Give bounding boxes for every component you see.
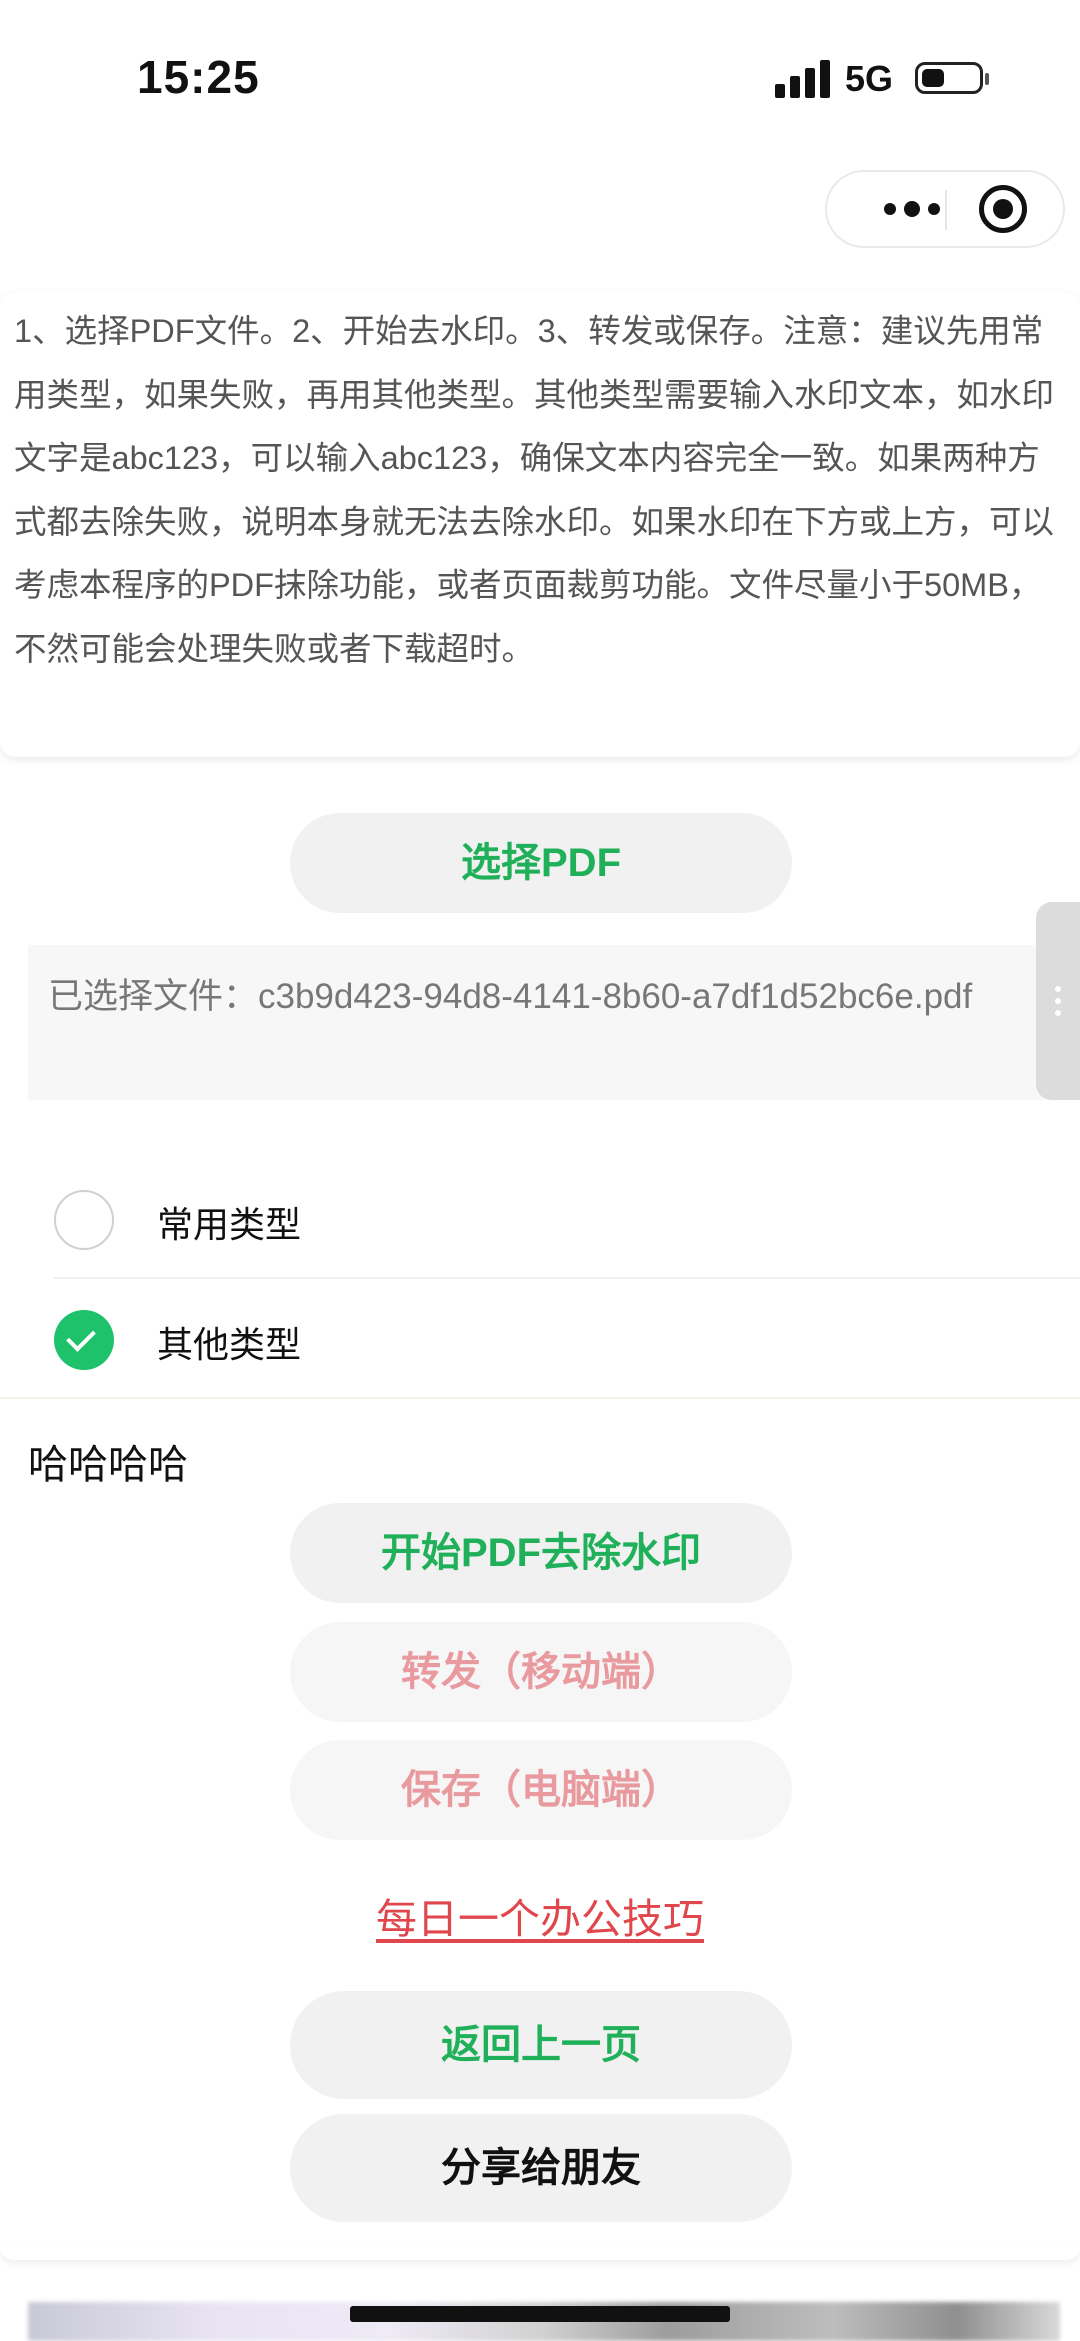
type-option-label: 常用类型 bbox=[157, 1204, 302, 1245]
more-icon[interactable] bbox=[857, 172, 967, 246]
network-type: 5G bbox=[845, 58, 894, 99]
menu-capsule bbox=[825, 170, 1065, 248]
select-pdf-button[interactable]: 选择PDF bbox=[290, 813, 792, 913]
radio-unchecked-icon[interactable] bbox=[54, 1190, 114, 1250]
instructions-text: 1、选择PDF文件。2、开始去水印。3、转发或保存。注意：建议先用常用类型，如果… bbox=[14, 313, 1055, 667]
capsule-divider bbox=[945, 190, 947, 230]
selected-file-box: 已选择文件：c3b9d423-94d8-4141-8b60-a7df1d52bc… bbox=[28, 945, 1058, 1100]
back-button[interactable]: 返回上一页 bbox=[290, 1991, 792, 2099]
side-handle-icon[interactable] bbox=[1036, 902, 1080, 1100]
battery-icon bbox=[915, 62, 989, 94]
watermark-text-input[interactable]: 哈哈哈哈 bbox=[28, 1432, 188, 1490]
forward-mobile-button[interactable]: 转发（移动端） bbox=[290, 1622, 792, 1722]
section-divider bbox=[0, 1397, 1080, 1399]
instructions-card: 1、选择PDF文件。2、开始去水印。3、转发或保存。注意：建议先用常用类型，如果… bbox=[0, 292, 1080, 757]
type-option-label: 其他类型 bbox=[157, 1324, 302, 1365]
type-option-other[interactable]: 其他类型 bbox=[0, 1280, 1080, 1400]
option-divider bbox=[54, 1277, 1080, 1279]
type-option-common[interactable]: 常用类型 bbox=[0, 1160, 1080, 1280]
save-desktop-button[interactable]: 保存（电脑端） bbox=[290, 1740, 792, 1840]
status-time: 15:25 bbox=[137, 51, 260, 103]
target-icon[interactable] bbox=[979, 185, 1027, 233]
signal-icon bbox=[775, 60, 831, 98]
ad-banner-bar bbox=[350, 2306, 730, 2322]
content-bottom-edge bbox=[0, 2246, 1080, 2260]
daily-office-tip-link[interactable]: 每日一个办公技巧 bbox=[0, 1885, 1080, 1945]
share-button[interactable]: 分享给朋友 bbox=[290, 2114, 792, 2222]
start-remove-watermark-button[interactable]: 开始PDF去除水印 bbox=[290, 1503, 792, 1603]
status-bar: 15:25 5G bbox=[0, 0, 1080, 150]
checkmark-icon[interactable] bbox=[54, 1310, 114, 1370]
selected-file-text: 已选择文件：c3b9d423-94d8-4141-8b60-a7df1d52bc… bbox=[48, 977, 973, 1016]
